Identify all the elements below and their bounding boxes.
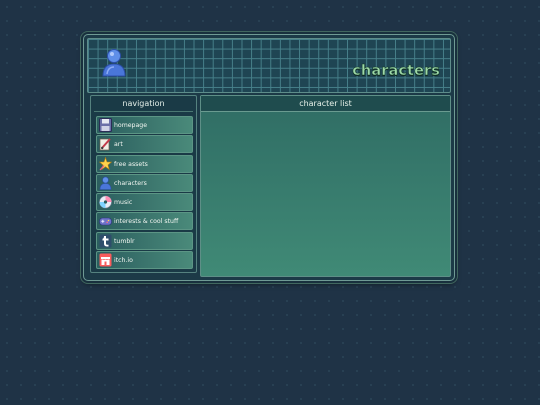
nav-item-itchio[interactable]: itch.io bbox=[96, 251, 193, 270]
floppy-disk-icon bbox=[99, 118, 112, 132]
cd-disc-icon bbox=[99, 195, 112, 209]
nav-label-itchio: itch.io bbox=[114, 257, 133, 265]
person-avatar-icon bbox=[102, 49, 126, 77]
navigation-panel: navigation homepage art free assets char… bbox=[90, 95, 197, 273]
person-icon bbox=[99, 176, 112, 190]
itchio-icon bbox=[99, 253, 112, 267]
nav-label-tumblr: tumblr bbox=[114, 237, 135, 245]
nav-label-homepage: homepage bbox=[114, 122, 147, 129]
nav-label-art: art bbox=[114, 141, 123, 149]
nav-item-music[interactable]: music bbox=[96, 193, 193, 212]
nav-label-interests: interests & cool stuff bbox=[114, 218, 179, 226]
nav-item-characters[interactable]: characters bbox=[96, 173, 193, 192]
nav-item-homepage[interactable]: homepage bbox=[96, 116, 193, 134]
nav-list: homepage art free assets characters musi… bbox=[96, 116, 193, 270]
paint-brush-icon bbox=[99, 138, 111, 151]
nav-label-characters: characters bbox=[114, 179, 147, 187]
page-title: characters bbox=[352, 63, 440, 80]
nav-item-free-assets[interactable]: free assets bbox=[96, 154, 193, 173]
character-list-title: character list bbox=[201, 96, 450, 112]
nav-item-tumblr[interactable]: tumblr bbox=[96, 231, 193, 250]
nav-label-free-assets: free assets bbox=[114, 160, 148, 168]
nav-item-art[interactable]: art bbox=[96, 135, 193, 154]
header-banner: characters bbox=[87, 38, 451, 93]
navigation-title: navigation bbox=[94, 96, 193, 112]
character-list-panel: character list bbox=[200, 95, 451, 277]
star-wand-icon bbox=[99, 156, 112, 171]
tumblr-icon bbox=[99, 234, 112, 248]
gamepad-icon bbox=[99, 218, 112, 226]
nav-label-music: music bbox=[114, 199, 133, 207]
site-window: characters navigation homepage art free … bbox=[83, 34, 455, 281]
nav-item-interests[interactable]: interests & cool stuff bbox=[96, 212, 193, 231]
